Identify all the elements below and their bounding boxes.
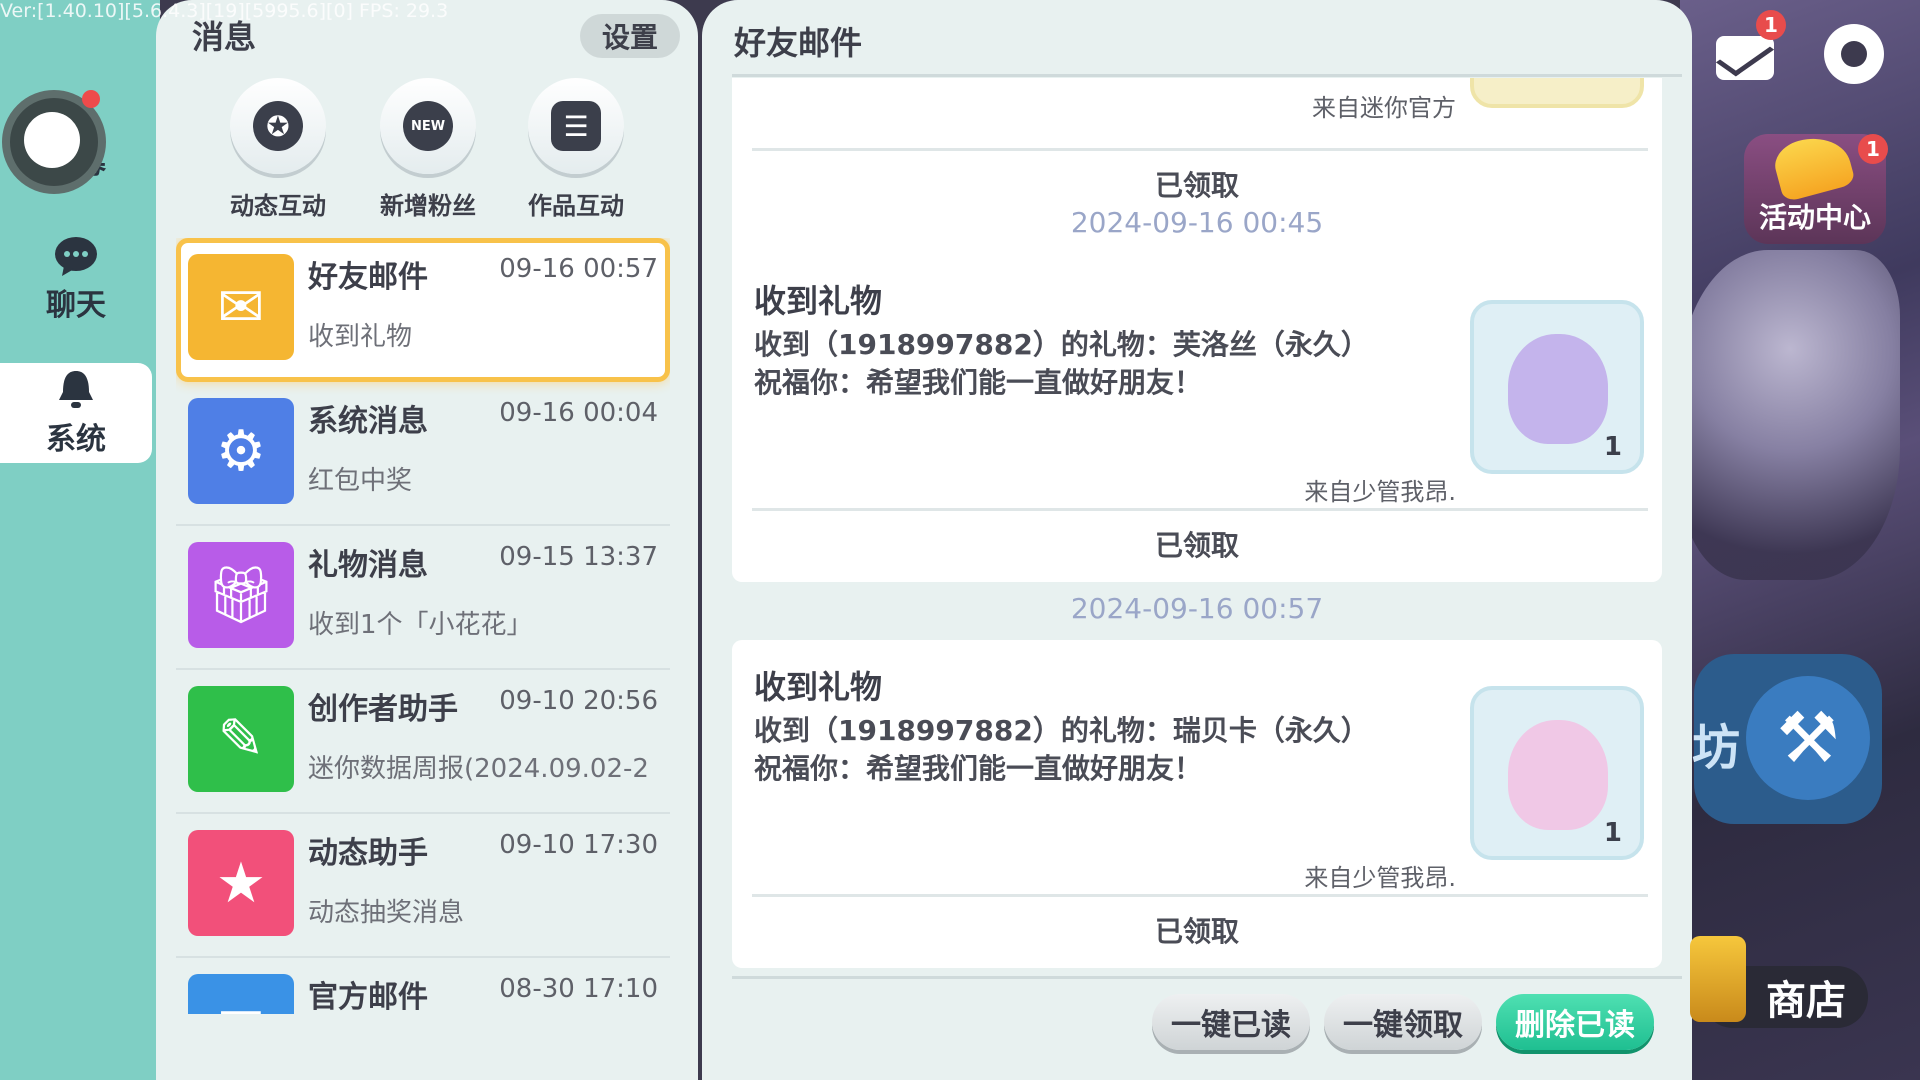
list-item[interactable]: ⚙ 系统消息 09-16 00:04 红包中奖 bbox=[176, 382, 670, 526]
mail-card: 收到礼物 收到（1918997882）的礼物：瑞贝卡（永久） 祝福你：希望我们能… bbox=[732, 640, 1662, 968]
shopping-bag-icon bbox=[1690, 936, 1746, 1022]
list-item-preview: 收到礼物 bbox=[308, 322, 413, 352]
quick-action-new-followers[interactable]: NEW 新增粉丝 bbox=[368, 78, 488, 221]
character-avatar-icon bbox=[1508, 720, 1608, 830]
sidebar-item-label: 系统 bbox=[46, 422, 106, 457]
list-item[interactable]: ✉ 好友邮件 09-16 00:57 收到礼物 bbox=[176, 238, 670, 382]
mail-sender: 来自少管我昂. bbox=[1304, 478, 1456, 506]
star-bubble-icon: ✪ bbox=[253, 101, 303, 151]
message-panel: 消息 设置 ✪ 动态互动 NEW 新增粉丝 ☰ 作品互动 ✉ 好友邮件 09-1… bbox=[156, 0, 698, 1080]
mail-title: 收到礼物 bbox=[754, 282, 883, 320]
divider bbox=[752, 148, 1648, 151]
list-item-title: 好友邮件 bbox=[308, 260, 428, 295]
list-item-time: 08-30 17:10 bbox=[499, 974, 658, 1004]
list-item-title: 礼物消息 bbox=[308, 548, 428, 583]
character-avatar-icon bbox=[1508, 334, 1608, 444]
gift-thumbnail bbox=[1470, 78, 1644, 108]
list-item[interactable]: ✎ 创作者助手 09-10 20:56 迷你数据周报(2024.09.02-2 bbox=[176, 670, 670, 814]
quick-action-works-interaction[interactable]: ☰ 作品互动 bbox=[516, 78, 636, 221]
background-character bbox=[1680, 250, 1900, 580]
bell-icon bbox=[59, 371, 93, 408]
gift-icon: 🎁︎ bbox=[188, 542, 294, 648]
mail-date: 2024-09-16 00:57 bbox=[1070, 592, 1324, 625]
delete-read-button[interactable]: 删除已读 bbox=[1496, 994, 1654, 1050]
mail-line: 收到（1918997882）的礼物：瑞贝卡（永久） bbox=[754, 714, 1369, 747]
claim-all-button[interactable]: 一键领取 bbox=[1324, 994, 1482, 1050]
new-follower-icon: NEW bbox=[403, 101, 453, 151]
mail-card: 来自迷你官方 已领取 bbox=[732, 78, 1662, 272]
divider bbox=[752, 894, 1648, 897]
pencil-ruler-icon: ✎ bbox=[188, 686, 294, 792]
divider bbox=[732, 74, 1682, 77]
list-item-time: 09-15 13:37 bbox=[499, 542, 658, 572]
mail-badge: 1 bbox=[1756, 10, 1786, 40]
mail-body: 收到（1918997882）的礼物：瑞贝卡（永久） 祝福你：希望我们能一直做好朋… bbox=[754, 712, 1369, 788]
friend-mail-icon: ✉ bbox=[188, 254, 294, 360]
mail-sender: 来自少管我昂. bbox=[1304, 864, 1456, 892]
list-item-title: 系统消息 bbox=[308, 404, 428, 439]
settings-button[interactable]: 设置 bbox=[580, 14, 680, 58]
mark-all-read-button[interactable]: 一键已读 bbox=[1152, 994, 1310, 1050]
list-item-title: 创作者助手 bbox=[308, 692, 458, 727]
mail-line: 收到（1918997882）的礼物：芙洛丝（永久） bbox=[754, 328, 1369, 361]
list-item[interactable]: ✉ 官方邮件 08-30 17:10 bbox=[176, 958, 670, 1014]
mail-card: 收到礼物 收到（1918997882）的礼物：芙洛丝（永久） 祝福你：希望我们能… bbox=[732, 254, 1662, 582]
official-mail-icon: ✉ bbox=[188, 974, 294, 1014]
quick-action-label: 新增粉丝 bbox=[380, 192, 476, 220]
list-item[interactable]: ★ 动态助手 09-10 17:30 动态抽奖消息 bbox=[176, 814, 670, 958]
mail-line: 祝福你：希望我们能一直做好朋友！ bbox=[754, 366, 1203, 399]
mail-panel: 好友邮件 来自迷你官方 已领取 2024-09-16 00:45 收到礼物 收到… bbox=[702, 0, 1692, 1080]
settings-gear-icon[interactable] bbox=[1824, 24, 1884, 84]
claimed-button[interactable]: 已领取 bbox=[732, 524, 1662, 574]
mail-date: 2024-09-16 00:45 bbox=[1070, 206, 1324, 239]
sidebar-item-system[interactable]: 系统 bbox=[0, 363, 152, 463]
list-item-preview: 迷你数据周报(2024.09.02-2 bbox=[308, 754, 649, 784]
mail-sender: 来自迷你官方 bbox=[1312, 94, 1456, 122]
bookmark-star-icon: ★ bbox=[188, 830, 294, 936]
chat-bubble-icon bbox=[55, 237, 97, 276]
list-item-time: 09-10 20:56 bbox=[499, 686, 658, 716]
panel-title: 好友邮件 bbox=[734, 24, 863, 62]
quick-action-label: 动态互动 bbox=[230, 192, 326, 220]
list-item-time: 09-16 00:04 bbox=[499, 398, 658, 428]
sidebar-item-label: 聊天 bbox=[46, 288, 106, 323]
list-item-time: 09-16 00:57 bbox=[499, 254, 658, 284]
megaphone-icon bbox=[1770, 129, 1856, 203]
mail-body: 收到（1918997882）的礼物：芙洛丝（永久） 祝福你：希望我们能一直做好朋… bbox=[754, 326, 1369, 402]
mail-list[interactable]: 来自迷你官方 已领取 2024-09-16 00:45 收到礼物 收到（1918… bbox=[732, 78, 1662, 978]
workshop-label: 坊 bbox=[1692, 720, 1741, 776]
list-item-title: 动态助手 bbox=[308, 836, 428, 871]
list-item-preview: 收到1个「小花花」 bbox=[308, 610, 533, 640]
list-icon: ☰ bbox=[551, 101, 601, 151]
notification-dot bbox=[82, 90, 100, 108]
debug-overlay: Ver:[1.40.10][5.6.4.3][19][5995.6][0] FP… bbox=[0, 0, 449, 22]
gift-thumbnail[interactable]: 1 bbox=[1470, 300, 1644, 474]
mail-line: 祝福你：希望我们能一直做好朋友！ bbox=[754, 752, 1203, 785]
list-item-time: 09-10 17:30 bbox=[499, 830, 658, 860]
list-item-title: 官方邮件 bbox=[308, 980, 428, 1014]
gear-icon: ⚙ bbox=[188, 398, 294, 504]
quick-action-label: 作品互动 bbox=[528, 192, 624, 220]
hammer-icon: ⚒ bbox=[1746, 676, 1870, 800]
message-list[interactable]: ✉ 好友邮件 09-16 00:57 收到礼物 ⚙ 系统消息 09-16 00:… bbox=[176, 238, 670, 1014]
mail-title: 收到礼物 bbox=[754, 668, 883, 706]
list-item-preview: 红包中奖 bbox=[308, 466, 413, 496]
quick-action-feed-interaction[interactable]: ✪ 动态互动 bbox=[218, 78, 338, 221]
list-item[interactable]: 🎁︎ 礼物消息 09-15 13:37 收到1个「小花花」 bbox=[176, 526, 670, 670]
shop-button[interactable]: 商店 bbox=[1690, 936, 1868, 1028]
gift-count: 1 bbox=[1603, 818, 1622, 848]
gift-count: 1 bbox=[1603, 432, 1622, 462]
shop-label: 商店 bbox=[1766, 978, 1846, 1024]
sidebar: 招募 聊天 系统 bbox=[0, 0, 160, 1080]
event-badge: 1 bbox=[1858, 134, 1888, 164]
claimed-button[interactable]: 已领取 bbox=[732, 910, 1662, 960]
event-center-label: 活动中心 bbox=[1758, 201, 1871, 234]
list-item-preview: 动态抽奖消息 bbox=[308, 898, 465, 928]
workshop-button[interactable]: 坊 ⚒ bbox=[1692, 654, 1882, 824]
divider bbox=[752, 508, 1648, 511]
sidebar-item-chat[interactable]: 聊天 bbox=[0, 230, 152, 330]
gift-thumbnail[interactable]: 1 bbox=[1470, 686, 1644, 860]
divider bbox=[732, 976, 1682, 979]
